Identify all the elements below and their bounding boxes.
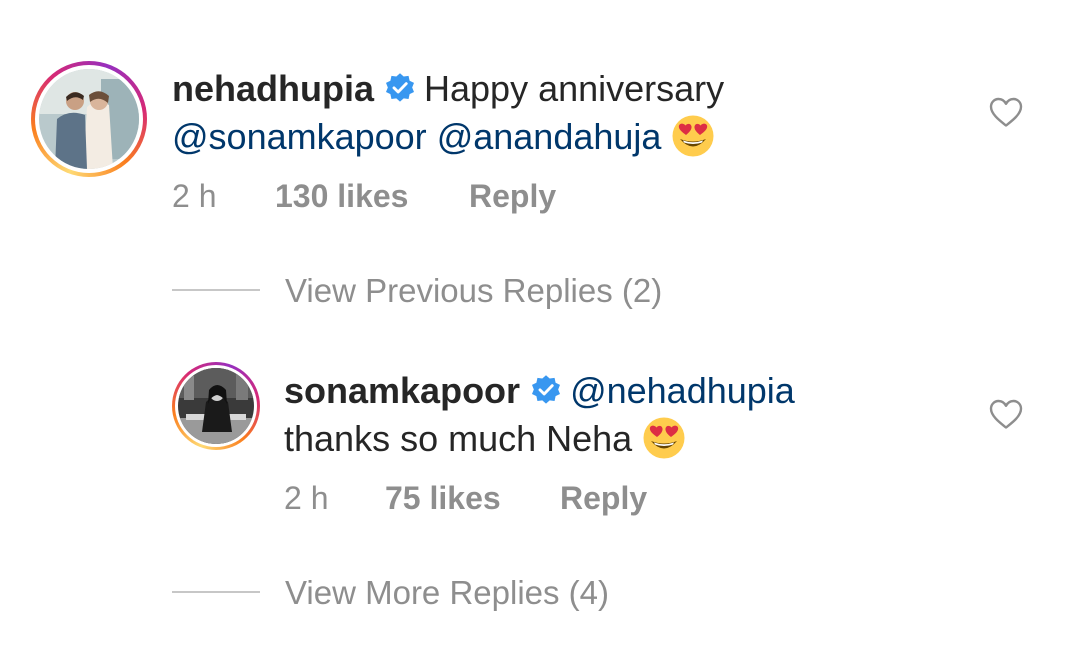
comment-likes[interactable]: 130 likes [275, 176, 408, 216]
view-previous-replies-link[interactable]: View Previous Replies (2) [285, 271, 662, 311]
reply-time: 2 h [284, 480, 329, 516]
comment-text-prefix: Happy anniversary [424, 68, 725, 109]
reply-text: sonamkapoor @nehadhupia thanks so much Ne… [284, 367, 795, 466]
comment-time: 2 h [172, 178, 217, 214]
reply-meta: 2 h 75 likes Reply [284, 478, 704, 518]
thread-divider [172, 591, 260, 593]
thread-divider [172, 289, 260, 291]
avatar-nehadhupia[interactable] [31, 61, 147, 177]
avatar-photo [178, 368, 254, 444]
heart-outline-icon[interactable] [989, 97, 1023, 127]
mention-nehadhupia[interactable]: @nehadhupia [570, 370, 795, 411]
mention-sonamkapoor[interactable]: @sonamkapoor [172, 116, 427, 157]
avatar-photo [39, 69, 139, 169]
reply-username[interactable]: sonamkapoor [284, 370, 520, 411]
comment-nehadhupia: nehadhupia Happy anniversary @sonamkapoor… [0, 0, 1079, 240]
comment-reply-button[interactable]: Reply [469, 176, 556, 216]
verified-badge-icon [384, 72, 416, 104]
view-more-replies-link[interactable]: View More Replies (4) [285, 573, 609, 613]
avatar-sonamkapoor[interactable] [172, 362, 260, 450]
mention-anandahuja[interactable]: @anandahuja [437, 116, 662, 157]
heart-eyes-emoji-icon [642, 416, 686, 460]
verified-badge-icon [530, 374, 562, 406]
comment-meta: 2 h 130 likes Reply [172, 176, 672, 216]
comment-username[interactable]: nehadhupia [172, 68, 374, 109]
reply-message: thanks so much Neha [284, 418, 633, 459]
heart-eyes-emoji-icon [671, 114, 715, 158]
heart-outline-icon[interactable] [989, 399, 1023, 429]
reply-reply-button[interactable]: Reply [560, 478, 647, 518]
comment-text: nehadhupia Happy anniversary @sonamkapoor… [172, 65, 724, 164]
reply-likes[interactable]: 75 likes [385, 478, 501, 518]
reply-sonamkapoor: sonamkapoor @nehadhupia thanks so much Ne… [0, 340, 1079, 560]
